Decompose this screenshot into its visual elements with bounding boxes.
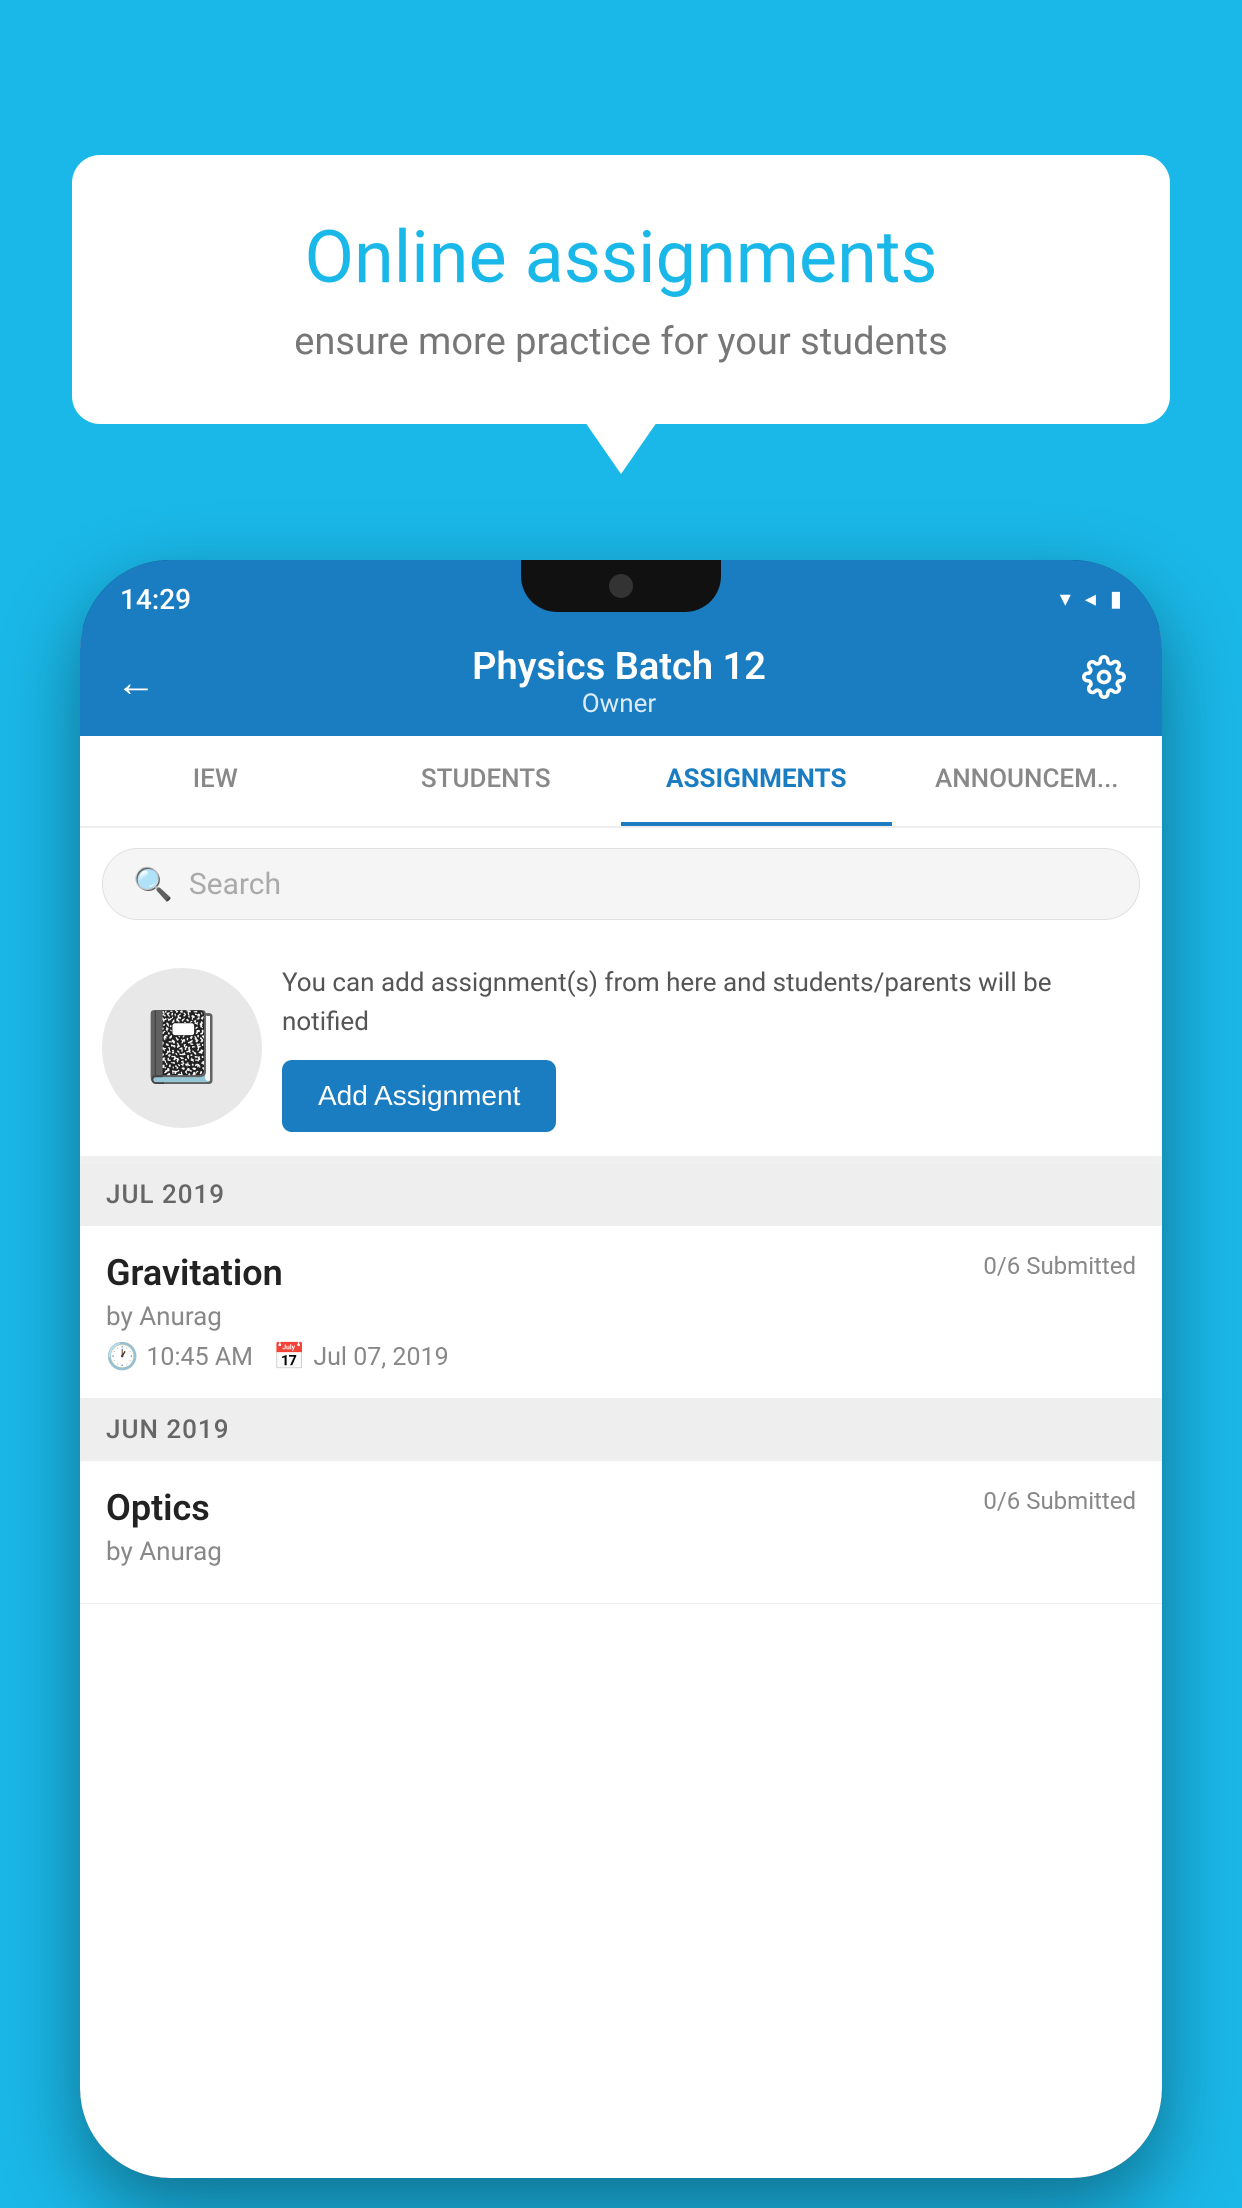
assignment-meta-gravitation: 🕐 10:45 AM 📅 Jul 07, 2019 — [106, 1342, 1136, 1372]
assignment-by-gravitation: by Anurag — [106, 1302, 1136, 1332]
assignment-submitted-gravitation: 0/6 Submitted — [983, 1252, 1136, 1280]
assignment-by-optics: by Anurag — [106, 1537, 1136, 1567]
assignment-time: 10:45 AM — [146, 1343, 253, 1372]
search-icon: 🔍 — [133, 865, 173, 903]
tab-students[interactable]: STUDENTS — [351, 736, 622, 826]
header-title-area: Physics Batch 12 Owner — [472, 645, 766, 719]
assignment-item-gravitation[interactable]: Gravitation 0/6 Submitted by Anurag 🕐 10… — [80, 1226, 1162, 1399]
assignment-item-optics[interactable]: Optics 0/6 Submitted by Anurag — [80, 1461, 1162, 1604]
app-content: ← Physics Batch 12 Owner IEW STUDENTS AS… — [80, 628, 1162, 2178]
add-assignment-promo: 📓 You can add assignment(s) from here an… — [80, 940, 1162, 1164]
calendar-icon: 📅 — [273, 1342, 305, 1372]
promo-text-area: You can add assignment(s) from here and … — [282, 964, 1140, 1132]
assignment-submitted-optics: 0/6 Submitted — [983, 1487, 1136, 1515]
status-icons: ▾ ◂ ▮ — [1060, 587, 1122, 612]
header-subtitle: Owner — [472, 689, 766, 719]
header-title: Physics Batch 12 — [472, 645, 766, 689]
battery-icon: ▮ — [1110, 587, 1122, 612]
wifi-icon: ▾ — [1060, 587, 1071, 612]
month-header-jun: JUN 2019 — [80, 1399, 1162, 1461]
assignment-title-gravitation: Gravitation — [106, 1252, 283, 1294]
search-placeholder: Search — [189, 867, 281, 902]
speech-bubble: Online assignments ensure more practice … — [72, 155, 1170, 424]
signal-icon: ◂ — [1085, 587, 1096, 612]
tab-assignments[interactable]: ASSIGNMENTS — [621, 736, 892, 826]
search-bar[interactable]: 🔍 Search — [102, 848, 1140, 920]
front-camera — [609, 574, 633, 598]
app-header: ← Physics Batch 12 Owner — [80, 628, 1162, 736]
tab-iew[interactable]: IEW — [80, 736, 351, 826]
clock-icon: 🕐 — [106, 1342, 138, 1372]
phone-frame: 14:29 ▾ ◂ ▮ ← Physics Batch 12 Owner IEW — [80, 560, 1162, 2178]
assignment-header-row-optics: Optics 0/6 Submitted — [106, 1487, 1136, 1529]
add-assignment-button[interactable]: Add Assignment — [282, 1060, 556, 1132]
tabs: IEW STUDENTS ASSIGNMENTS ANNOUNCEM... — [80, 736, 1162, 828]
search-container: 🔍 Search — [80, 828, 1162, 940]
settings-button[interactable] — [1082, 655, 1126, 709]
assignment-date-item: 📅 Jul 07, 2019 — [273, 1342, 449, 1372]
status-time: 14:29 — [120, 583, 191, 616]
speech-bubble-title: Online assignments — [142, 215, 1100, 300]
back-button[interactable]: ← — [116, 659, 156, 706]
phone-notch — [521, 560, 721, 612]
promo-icon-circle: 📓 — [102, 968, 262, 1128]
month-header-jul: JUL 2019 — [80, 1164, 1162, 1226]
assignment-time-item: 🕐 10:45 AM — [106, 1342, 253, 1372]
promo-description: You can add assignment(s) from here and … — [282, 964, 1140, 1042]
assignment-title-optics: Optics — [106, 1487, 210, 1529]
speech-bubble-subtitle: ensure more practice for your students — [142, 320, 1100, 364]
notebook-icon: 📓 — [138, 1007, 225, 1089]
tab-announcements[interactable]: ANNOUNCEM... — [892, 736, 1163, 826]
assignment-date: Jul 07, 2019 — [313, 1343, 448, 1372]
speech-bubble-container: Online assignments ensure more practice … — [72, 155, 1170, 424]
assignment-header-row: Gravitation 0/6 Submitted — [106, 1252, 1136, 1294]
